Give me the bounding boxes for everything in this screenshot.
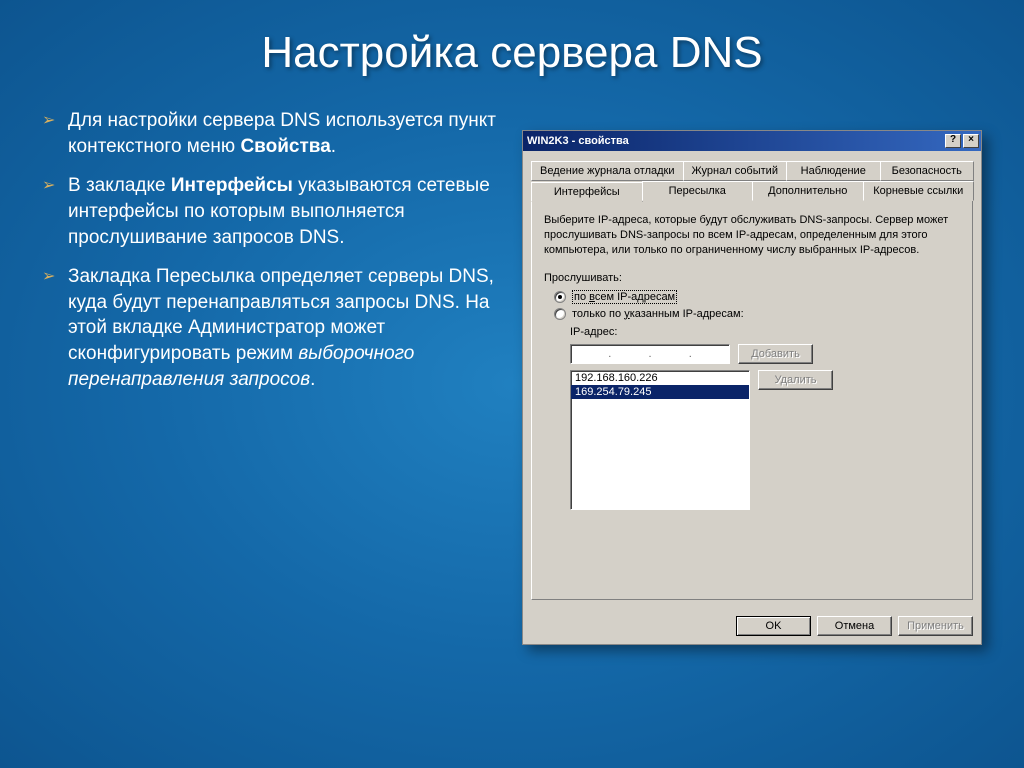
bullet-list: Для настройки сервера DNS используется п… bbox=[42, 108, 502, 406]
radio-all[interactable] bbox=[554, 291, 566, 303]
apply-button[interactable]: Применить bbox=[898, 616, 973, 636]
panel-description: Выберите IP-адреса, которые будут обслуж… bbox=[544, 213, 960, 258]
slide-title: Настройка сервера DNS bbox=[0, 0, 1024, 78]
cancel-button[interactable]: Отмена bbox=[817, 616, 892, 636]
properties-dialog: WIN2K3 - свойства ? × Ведение журнала от… bbox=[522, 130, 982, 645]
delete-button[interactable]: Удалить bbox=[758, 370, 833, 390]
bullet-item: В закладке Интерфейсы указываются сетевы… bbox=[42, 173, 502, 250]
list-item[interactable]: 169.254.79.245 bbox=[571, 385, 749, 399]
bullet-text: В закладке bbox=[68, 175, 171, 196]
bullet-bold: Свойства bbox=[240, 136, 330, 157]
ok-button[interactable]: OK bbox=[736, 616, 811, 636]
ip-input[interactable]: ... bbox=[570, 344, 730, 364]
slide: Настройка сервера DNS Для настройки серв… bbox=[0, 0, 1024, 768]
bullet-bold: Интерфейсы bbox=[171, 175, 293, 196]
tab-monitoring[interactable]: Наблюдение bbox=[786, 161, 881, 181]
tab-event-log[interactable]: Журнал событий bbox=[683, 161, 787, 181]
titlebar-buttons: ? × bbox=[945, 134, 979, 148]
bullet-text: . bbox=[331, 136, 336, 157]
dialog-button-bar: OK Отмена Применить bbox=[523, 608, 981, 644]
tab-forwarders[interactable]: Пересылка bbox=[642, 181, 754, 201]
tab-strip: Ведение журнала отладки Журнал событий Н… bbox=[531, 161, 973, 201]
bullet-text: Закладка Пересылка определяет серверы DN… bbox=[68, 266, 494, 364]
ip-input-row: ... Добавить bbox=[570, 344, 960, 364]
tab-interfaces[interactable]: Интерфейсы bbox=[531, 182, 643, 202]
tab-security[interactable]: Безопасность bbox=[880, 161, 975, 181]
titlebar[interactable]: WIN2K3 - свойства ? × bbox=[523, 131, 981, 151]
bullet-item: Для настройки сервера DNS используется п… bbox=[42, 108, 502, 159]
ip-list-row: 192.168.160.226 169.254.79.245 Удалить bbox=[570, 370, 960, 510]
radio-some-row[interactable]: только по указанным IP-адресам: bbox=[554, 308, 960, 320]
close-button[interactable]: × bbox=[963, 134, 979, 148]
tab-debug-log[interactable]: Ведение журнала отладки bbox=[531, 161, 684, 181]
help-button[interactable]: ? bbox=[945, 134, 961, 148]
add-button[interactable]: Добавить bbox=[738, 344, 813, 364]
ip-address-label: IP-адрес: bbox=[570, 326, 960, 338]
listen-label: Прослушивать: bbox=[544, 272, 960, 284]
tab-root-hints[interactable]: Корневые ссылки bbox=[863, 181, 975, 201]
ip-listbox[interactable]: 192.168.160.226 169.254.79.245 bbox=[570, 370, 750, 510]
tab-advanced[interactable]: Дополнительно bbox=[752, 181, 864, 201]
dialog-body: Ведение журнала отладки Журнал событий Н… bbox=[523, 151, 981, 608]
radio-some[interactable] bbox=[554, 308, 566, 320]
list-item[interactable]: 192.168.160.226 bbox=[571, 371, 749, 385]
titlebar-text: WIN2K3 - свойства bbox=[527, 135, 945, 147]
bullet-item: Закладка Пересылка определяет серверы DN… bbox=[42, 264, 502, 392]
tab-panel-interfaces: Выберите IP-адреса, которые будут обслуж… bbox=[531, 200, 973, 600]
radio-all-label: по всем IP-адресам bbox=[572, 290, 677, 304]
radio-some-label: только по указанным IP-адресам: bbox=[572, 308, 744, 320]
radio-all-row[interactable]: по всем IP-адресам bbox=[554, 290, 960, 304]
bullet-text: . bbox=[310, 369, 315, 390]
ip-config-block: IP-адрес: ... Добавить 192.168.160.226 1… bbox=[570, 326, 960, 510]
